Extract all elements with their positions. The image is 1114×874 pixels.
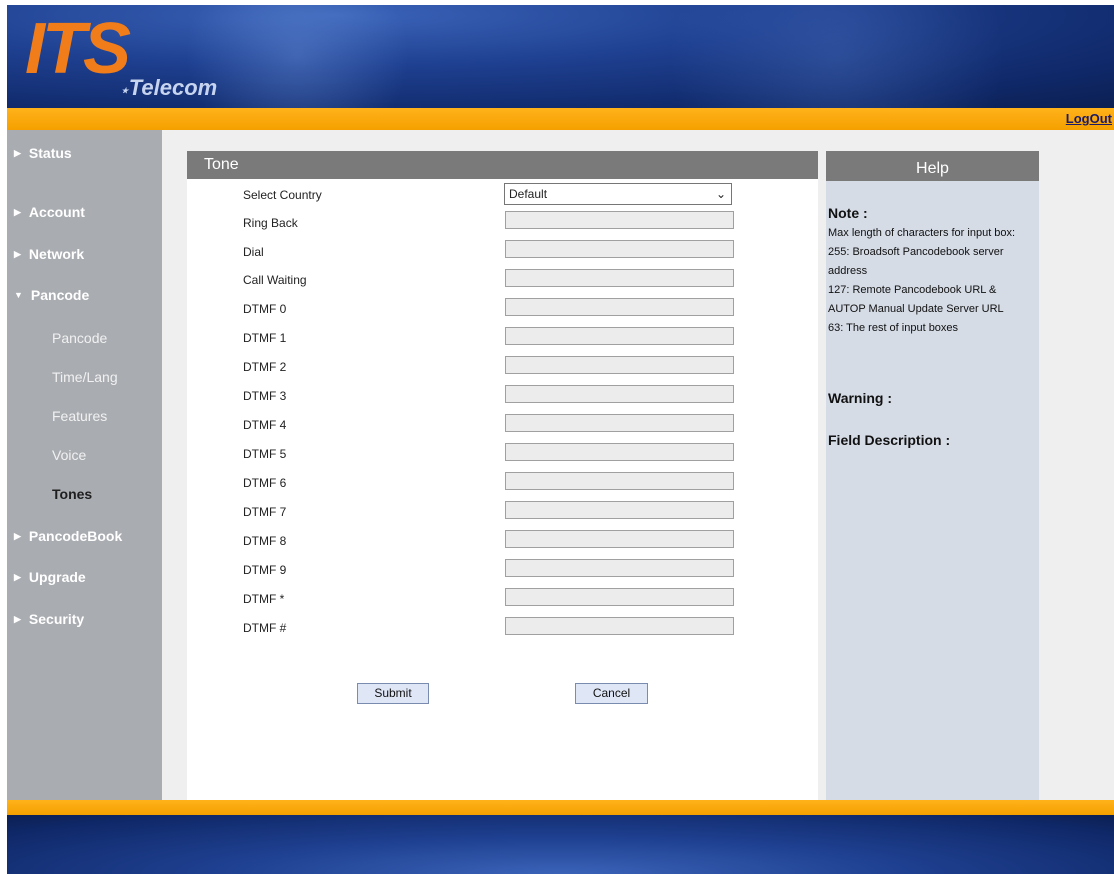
tone-input-field[interactable]: [505, 443, 734, 461]
warning-title: Warning :: [828, 390, 893, 406]
tone-input-field[interactable]: [505, 327, 734, 345]
note-line: Max length of characters for input box:: [828, 227, 1016, 239]
sidebar-item-pancodebook[interactable]: ▶ PancodeBook: [14, 528, 122, 544]
sidebar-item-status[interactable]: ▶ Status: [14, 145, 72, 161]
tone-row-label: Dial: [243, 245, 264, 259]
cancel-button[interactable]: Cancel: [575, 683, 648, 704]
help-header: Help: [826, 151, 1039, 181]
sidebar-item-upgrade[interactable]: ▶ Upgrade: [14, 569, 86, 585]
tone-input-field[interactable]: [505, 269, 734, 287]
triangle-down-icon: ▼: [14, 290, 23, 300]
submit-button[interactable]: Submit: [357, 683, 429, 704]
tone-row-label: DTMF 8: [243, 534, 287, 548]
tone-row-label: DTMF 4: [243, 418, 287, 432]
tone-row-label: Ring Back: [243, 216, 298, 230]
header-glow: [627, 5, 1047, 108]
tone-row-label: DTMF 7: [243, 505, 287, 519]
sidebar-subitem-voice[interactable]: Voice: [52, 447, 86, 463]
tone-input-field[interactable]: [505, 530, 734, 548]
triangle-right-icon: ▶: [14, 148, 21, 158]
triangle-right-icon: ▶: [14, 207, 21, 217]
bottom-orange-bar: [7, 800, 1114, 815]
tone-row-label: DTMF 6: [243, 476, 287, 490]
tone-input-field[interactable]: [505, 501, 734, 519]
tone-input-field[interactable]: [505, 472, 734, 490]
tone-input-field[interactable]: [505, 298, 734, 316]
field-description-title: Field Description :: [828, 432, 951, 448]
tone-row-label: DTMF 9: [243, 563, 287, 577]
chevron-down-icon: ⌄: [715, 187, 726, 201]
triangle-right-icon: ▶: [14, 249, 21, 259]
header-banner: ITS ⋆Telecom: [7, 5, 1114, 108]
tone-input-field[interactable]: [505, 617, 734, 635]
tone-row-label: DTMF *: [243, 592, 285, 606]
note-line: 255: Broadsoft Pancodebook server addres…: [828, 246, 1004, 277]
tone-input-field[interactable]: [505, 559, 734, 577]
logo-its: ITS: [25, 9, 131, 89]
tone-row-label: DTMF 2: [243, 360, 287, 374]
section-header-tone: Tone: [187, 151, 818, 179]
top-orange-bar: LogOut: [7, 108, 1114, 130]
tone-row-label: DTMF 1: [243, 331, 287, 345]
sidebar-item-security[interactable]: ▶ Security: [14, 611, 84, 627]
sidebar-item-network[interactable]: ▶ Network: [14, 246, 84, 262]
tone-row-label: DTMF #: [243, 621, 287, 635]
tone-input-field[interactable]: [505, 385, 734, 403]
tone-row-label: DTMF 0: [243, 302, 287, 316]
tone-input-field[interactable]: [505, 240, 734, 258]
sidebar-subitem-time-lang[interactable]: Time/Lang: [52, 369, 118, 385]
tone-row-label: DTMF 3: [243, 389, 287, 403]
tone-input-field[interactable]: [505, 211, 734, 229]
triangle-right-icon: ▶: [14, 614, 21, 624]
logo-star-icon: ⋆: [120, 82, 129, 98]
sidebar-subitem-tones[interactable]: Tones: [52, 486, 92, 502]
sidebar-subitem-features[interactable]: Features: [52, 408, 107, 424]
note-text: Max length of characters for input box: …: [828, 224, 1036, 338]
tone-row-label: Call Waiting: [243, 273, 307, 287]
sidebar: [7, 130, 162, 800]
tone-input-field[interactable]: [505, 414, 734, 432]
tone-row-label: DTMF 5: [243, 447, 287, 461]
tone-input-field[interactable]: [505, 356, 734, 374]
tone-input-field[interactable]: [505, 588, 734, 606]
country-select[interactable]: Default ⌄: [504, 183, 732, 205]
sidebar-item-pancode[interactable]: ▼ Pancode: [14, 287, 89, 303]
triangle-right-icon: ▶: [14, 531, 21, 541]
logo-telecom: ⋆Telecom: [120, 75, 218, 100]
sidebar-item-account[interactable]: ▶ Account: [14, 204, 85, 220]
note-line: 127: Remote Pancodebook URL & AUTOP Manu…: [828, 284, 1004, 315]
footer-banner: [7, 815, 1114, 874]
select-country-label: Select Country: [243, 188, 322, 202]
note-title: Note :: [828, 205, 868, 221]
logout-link[interactable]: LogOut: [1066, 111, 1112, 126]
triangle-right-icon: ▶: [14, 572, 21, 582]
note-line: 63: The rest of input boxes: [828, 322, 959, 334]
sidebar-subitem-pancode[interactable]: Pancode: [52, 330, 107, 346]
